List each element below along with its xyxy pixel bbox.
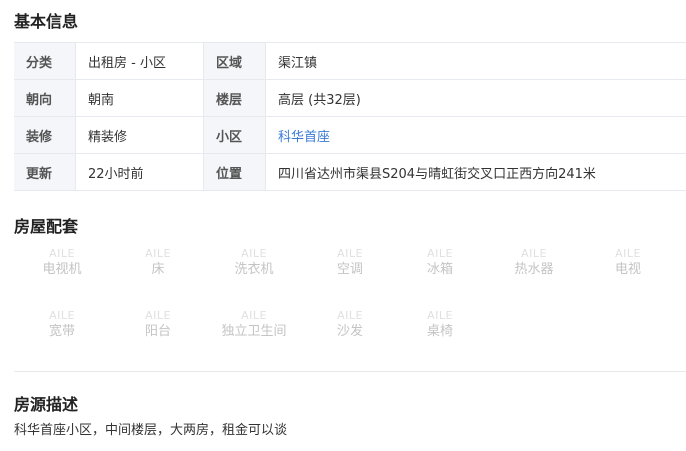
facility-item: AILE 独立卫生间 [206,309,302,341]
section-divider [14,371,686,372]
facility-item: AILE 桌椅 [392,309,488,341]
table-row: 分类 出租房 - 小区 区域 渠江镇 [14,42,686,80]
label-category: 分类 [14,42,76,80]
facilities-title: 房屋配套 [14,217,79,236]
table-row: 朝向 朝南 楼层 高层 (共32层) [14,79,686,117]
value-orientation: 朝南 [75,79,204,117]
facility-label: 电视 [614,262,641,277]
value-location: 四川省达州市渠县S204与晴虹街交叉口正西方向241米 [265,153,686,191]
value-category: 出租房 - 小区 [75,42,204,80]
bed-icon: AILE [145,247,171,260]
tv-icon: AILE [615,247,641,260]
table-row: 装修 精装修 小区 科华首座 [14,116,686,154]
balcony-icon: AILE [145,309,171,322]
facilities-grid: AILE 电视机 AILE 床 AILE 洗衣机 AILE 空调 AILE 冰箱 AILE… [14,247,686,357]
facility-item: AILE 洗衣机 [206,247,302,279]
label-floor: 楼层 [203,79,266,117]
facility-label: 冰箱 [426,262,453,277]
facility-label: 洗衣机 [234,262,274,277]
facility-item: AILE 宽带 [14,309,110,341]
value-decoration: 精装修 [75,116,204,154]
label-decoration: 装修 [14,116,76,154]
facility-label: 床 [151,262,165,277]
facility-item: AILE 阳台 [110,309,206,341]
facility-label: 热水器 [514,262,554,277]
tv-icon: AILE [49,247,75,260]
label-location: 位置 [203,153,266,191]
facility-item: AILE 热水器 [486,247,582,279]
label-area: 区域 [203,42,266,80]
air-conditioner-icon: AILE [337,247,363,260]
facility-label: 空调 [336,262,363,277]
facility-item: AILE 冰箱 [392,247,488,279]
broadband-icon: AILE [49,309,75,322]
table-row: 更新 22小时前 位置 四川省达州市渠县S204与晴虹街交叉口正西方向241米 [14,153,686,191]
value-updated: 22小时前 [75,153,204,191]
fridge-icon: AILE [427,247,453,260]
label-updated: 更新 [14,153,76,191]
facility-label: 沙发 [336,324,363,339]
facility-item: AILE 电视 [580,247,676,279]
facility-item: AILE 床 [110,247,206,279]
value-floor: 高层 (共32层) [265,79,686,117]
facility-item: AILE 沙发 [302,309,398,341]
facility-item: AILE 电视机 [14,247,110,279]
description-text: 科华首座小区，中间楼层，大两房，租金可以谈 [14,423,288,438]
facility-label: 桌椅 [426,324,453,339]
facility-label: 宽带 [48,324,75,339]
description-title: 房源描述 [14,395,79,414]
facility-item: AILE 空调 [302,247,398,279]
washing-machine-icon: AILE [241,247,267,260]
facility-label: 电视机 [42,262,82,277]
facility-label: 阳台 [144,324,171,339]
basic-info-title: 基本信息 [14,12,79,31]
facility-label: 独立卫生间 [221,324,287,339]
label-orientation: 朝向 [14,79,76,117]
bathroom-icon: AILE [241,309,267,322]
community-link[interactable]: 科华首座 [265,116,686,154]
table-chair-icon: AILE [427,309,453,322]
sofa-icon: AILE [337,309,363,322]
water-heater-icon: AILE [521,247,547,260]
value-area: 渠江镇 [265,42,686,80]
basic-info-table: 分类 出租房 - 小区 区域 渠江镇 朝向 朝南 楼层 高层 (共32层) 装修… [14,42,686,191]
label-community: 小区 [203,116,266,154]
